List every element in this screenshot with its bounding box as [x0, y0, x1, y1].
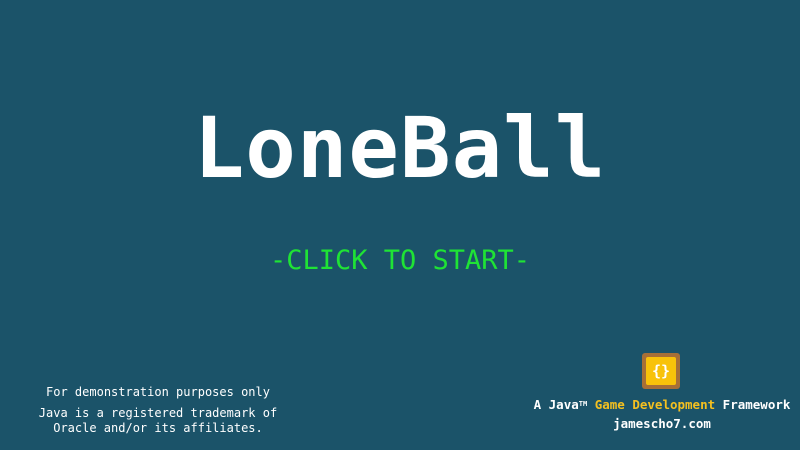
curly-braces-logo-icon: {} — [642, 353, 680, 389]
credit-prefix: A Java — [533, 397, 579, 412]
demo-notice: For demonstration purposes only — [46, 385, 270, 399]
trademark-symbol: TM — [578, 400, 588, 408]
game-title: LoneBall — [193, 99, 607, 197]
website-credit: jamescho7.com — [613, 416, 711, 431]
game-screen[interactable]: { "title": "LoneBall", "start_prompt": "… — [0, 0, 800, 450]
trademark-notice: Java is a registered trademark of Oracle… — [38, 406, 278, 435]
logo-glyph: {} — [646, 357, 676, 385]
credit-highlight: Game Development — [594, 397, 716, 412]
disclaimer: For demonstration purposes only Java is … — [24, 383, 292, 436]
click-to-start-prompt[interactable]: -CLICK TO START- — [0, 244, 800, 278]
framework-credit: A JavaTM Game Development Framework — [524, 396, 800, 414]
credit-suffix: Framework — [722, 397, 791, 412]
